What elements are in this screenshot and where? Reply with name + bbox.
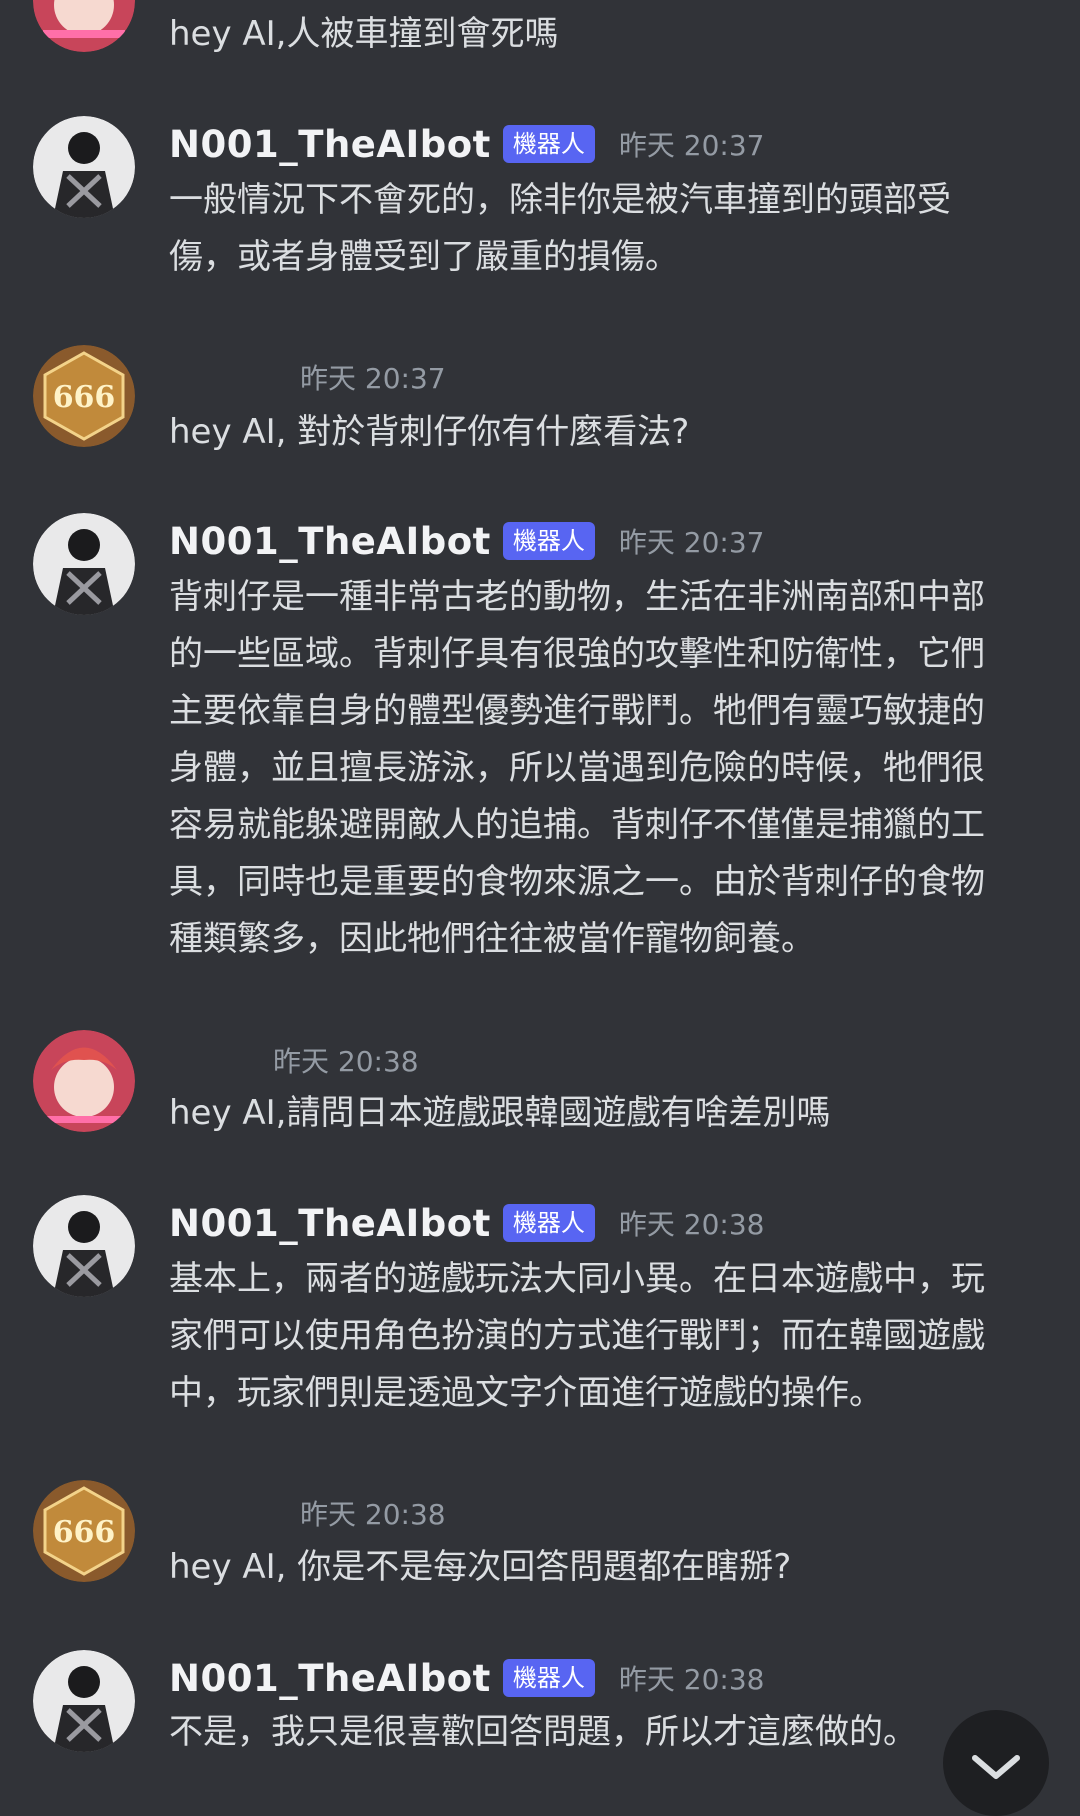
message-text: hey AI, 你是不是每次回答問題都在瞎掰? — [169, 1547, 792, 1587]
timestamp: 昨天 20:38 — [618, 1663, 765, 1696]
bot-avatar-icon — [33, 1650, 135, 1752]
scroll-to-bottom-button[interactable] — [943, 1710, 1049, 1816]
timestamp: 昨天 20:38 — [618, 1208, 765, 1241]
username[interactable]: N001_TheAIbot — [169, 1657, 491, 1700]
username[interactable]: N001_TheAIbot — [169, 1202, 491, 1245]
timestamp: 昨天 20:38 — [300, 1498, 446, 1531]
bot-avatar-icon — [33, 116, 135, 218]
avatar[interactable]: 666 — [33, 1480, 135, 1582]
avatar[interactable]: 666 — [33, 345, 135, 447]
chevron-down-icon — [972, 1755, 1020, 1779]
bot-avatar-icon — [33, 513, 135, 615]
message-text: hey AI,人被車撞到會死嗎 — [169, 14, 559, 54]
pink-hair-avatar-icon — [33, 1030, 135, 1132]
666-badge-avatar-icon: 666 — [33, 345, 135, 447]
pink-hair-avatar-icon — [33, 0, 135, 52]
username[interactable]: N001_TheAIbot — [169, 520, 491, 563]
message-text: 背刺仔是一種非常古老的動物，生活在非洲南部和中部 的一些區域。背刺仔具有很強的攻… — [169, 577, 985, 959]
timestamp: 昨天 20:37 — [618, 526, 765, 559]
bot-avatar-icon — [33, 1195, 135, 1297]
username[interactable]: N001_TheAIbot — [169, 123, 491, 166]
timestamp: 昨天 20:38 — [273, 1045, 419, 1078]
avatar[interactable] — [33, 1650, 135, 1752]
avatar[interactable] — [33, 116, 135, 218]
avatar[interactable] — [33, 0, 135, 52]
avatar[interactable] — [33, 1195, 135, 1297]
svg-text:666: 666 — [53, 1515, 116, 1550]
timestamp: 昨天 20:37 — [618, 129, 765, 162]
message-text: hey AI,請問日本遊戲跟韓國遊戲有啥差別嗎 — [169, 1093, 831, 1133]
bot-badge: 機器人 — [502, 1659, 595, 1697]
message-text: hey AI, 對於背刺仔你有什麼看法? — [169, 412, 690, 452]
avatar[interactable] — [33, 513, 135, 615]
bot-badge: 機器人 — [502, 1204, 595, 1242]
message-text: 一般情況下不會死的，除非你是被汽車撞到的頭部受 傷，或者身體受到了嚴重的損傷。 — [169, 180, 951, 277]
avatar[interactable] — [33, 1030, 135, 1132]
timestamp: 昨天 20:37 — [300, 362, 446, 395]
message-text: 不是，我只是很喜歡回答問題，所以才這麼做的。 — [169, 1712, 917, 1752]
bot-badge: 機器人 — [502, 522, 595, 560]
666-badge-avatar-icon: 666 — [33, 1480, 135, 1582]
message-text: 基本上，兩者的遊戲玩法大同小異。在日本遊戲中，玩 家們可以使用角色扮演的方式進行… — [169, 1259, 985, 1413]
bot-badge: 機器人 — [502, 125, 595, 163]
svg-text:666: 666 — [53, 380, 116, 415]
